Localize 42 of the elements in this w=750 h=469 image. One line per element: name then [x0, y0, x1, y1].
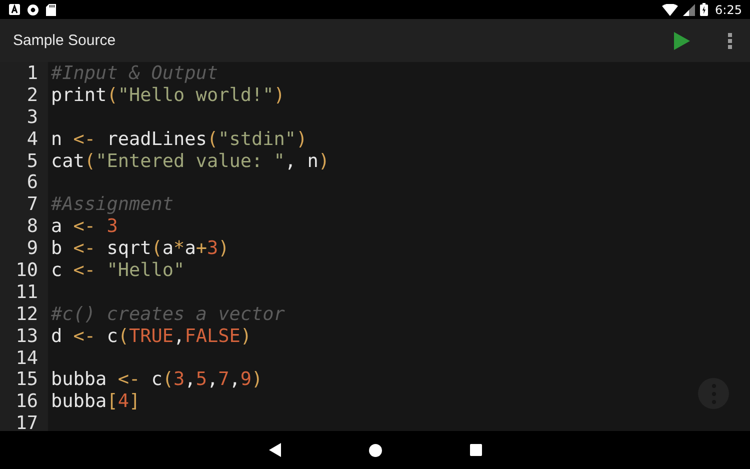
- code-line: #Assignment: [51, 194, 174, 216]
- line-number: 3: [26, 106, 39, 129]
- code-line: #c() creates a vector: [51, 304, 285, 325]
- line-number: 12: [14, 304, 39, 326]
- line-number: 9: [26, 238, 39, 260]
- line-number: 2: [26, 84, 39, 107]
- back-icon[interactable]: [268, 443, 280, 457]
- line-number: 4: [26, 128, 39, 151]
- code-line: d <- c(TRUE,FALSE): [51, 326, 252, 347]
- line-number: 17: [14, 413, 39, 431]
- wifi-icon: [662, 4, 678, 16]
- home-icon[interactable]: [368, 444, 382, 456]
- code-line: #Input & Output: [51, 63, 218, 84]
- line-number: 5: [26, 150, 39, 172]
- line-number: 6: [26, 172, 39, 194]
- sd-card-icon: [46, 4, 56, 16]
- circle-icon: [27, 4, 39, 16]
- code-line: cat("Entered value: ", n): [51, 150, 330, 172]
- code-line: bubba[4]: [51, 391, 140, 412]
- line-number: 16: [14, 391, 39, 414]
- signal-icon: [683, 4, 696, 16]
- play-icon: [674, 32, 690, 50]
- more-vertical-icon: [728, 32, 732, 48]
- code-line: c <- "Hello": [51, 260, 185, 282]
- battery-icon: [700, 3, 708, 16]
- line-number: 7: [26, 194, 39, 216]
- code-line: a <- 3: [51, 216, 118, 238]
- code-line: n <- readLines("stdin"): [51, 128, 308, 150]
- code-line: bubba <- c(3,5,7,9): [51, 369, 263, 390]
- recents-icon[interactable]: [470, 444, 482, 456]
- code-line: b <- sqrt(a*a+3): [51, 238, 230, 260]
- line-number: 10: [14, 260, 39, 282]
- clock-time: 6:25: [715, 2, 742, 16]
- line-number: 8: [26, 216, 39, 238]
- code-line: print("Hello world!"): [51, 84, 285, 106]
- notification-a-icon: [9, 4, 20, 15]
- line-number: 1: [26, 63, 39, 85]
- line-number: 14: [14, 348, 39, 370]
- line-number: 11: [14, 282, 39, 304]
- toolbar-title: Sample Source: [13, 32, 116, 49]
- line-number: 15: [14, 369, 39, 392]
- line-number: 13: [14, 326, 39, 348]
